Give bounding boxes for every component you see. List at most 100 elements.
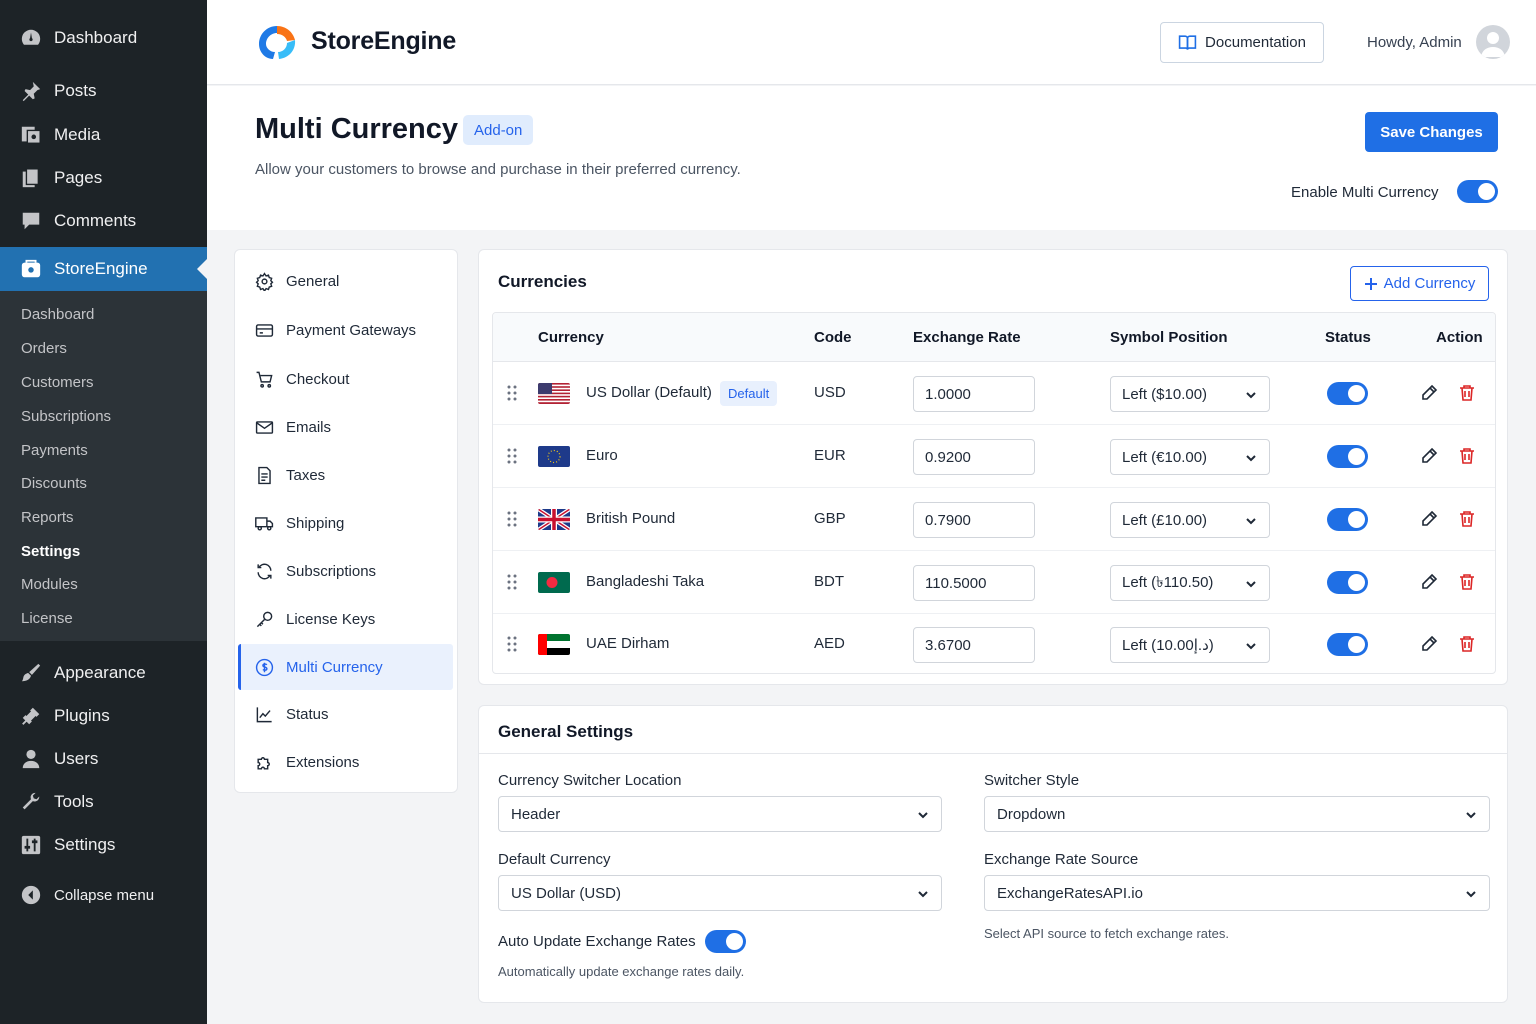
trash-icon[interactable] [1458,384,1476,402]
chevron-down-icon [918,812,928,819]
wp-menu-comments[interactable]: Comments [0,201,207,241]
pencil-icon[interactable] [1420,384,1438,402]
wp-menu-users[interactable]: Users [0,739,207,779]
storeengine-logo-icon [259,26,296,59]
document-icon [258,466,271,484]
nav-subscriptions[interactable]: Subscriptions [238,548,453,594]
submenu-payments[interactable]: Payments [21,442,88,459]
currency-status-toggle[interactable] [1327,633,1368,656]
wp-menu-posts[interactable]: Posts [0,71,207,111]
nav-label: Subscriptions [286,562,377,580]
currencies-title: Currencies [498,272,587,291]
symbol-position-select[interactable]: Left (€10.00) [1110,439,1270,475]
wp-menu-storeengine[interactable]: StoreEngine [0,247,207,291]
wp-menu-label: Dashboard [54,28,138,47]
nav-label: Payment Gateways [286,321,417,339]
submenu-dashboard[interactable]: Dashboard [21,306,94,323]
pencil-icon[interactable] [1420,573,1438,591]
drag-handle-icon[interactable] [506,448,518,464]
wp-collapse-menu[interactable]: Collapse menu [0,875,207,915]
trash-icon[interactable] [1458,510,1476,528]
pencil-icon[interactable] [1420,447,1438,465]
comment-icon [22,212,40,230]
currency-name: Bangladeshi Taka [586,573,705,590]
trash-icon[interactable] [1458,573,1476,591]
save-changes-button[interactable]: Save Changes [1365,112,1498,152]
currency-status-toggle[interactable] [1327,382,1368,405]
submenu-license[interactable]: License [21,610,73,627]
pencil-icon[interactable] [1420,635,1438,653]
exchange-rate-input[interactable]: 0.7900 [913,502,1035,538]
nav-emails[interactable]: Emails [238,404,453,450]
currency-status-toggle[interactable] [1327,571,1368,594]
switcher-style-select[interactable]: Dropdown [984,796,1490,832]
submenu-orders[interactable]: Orders [21,340,67,357]
trash-icon[interactable] [1458,447,1476,465]
nav-checkout[interactable]: Checkout [238,356,453,402]
mail-icon [255,420,274,434]
default-currency-select[interactable]: US Dollar (USD) [498,875,942,911]
symbol-position-select[interactable]: Left ($10.00) [1110,376,1270,412]
wp-menu-settings[interactable]: Settings [0,825,207,865]
submenu-discounts[interactable]: Discounts [21,475,87,492]
truck-icon [255,516,274,531]
nav-general[interactable]: General [238,258,453,304]
exchange-rate-input[interactable]: 1.0000 [913,376,1035,412]
wp-menu-appearance[interactable]: Appearance [0,653,207,693]
wp-menu-tools[interactable]: Tools [0,782,207,822]
bangladesh-flag-icon [538,572,570,593]
auto-update-toggle[interactable] [705,930,746,953]
brand-name: StoreEngine [311,27,457,55]
avatar[interactable] [1476,25,1510,59]
nav-status[interactable]: Status [238,691,453,737]
drag-handle-icon[interactable] [506,511,518,527]
wp-menu-media[interactable]: Media [0,115,207,155]
nav-shipping[interactable]: Shipping [238,500,453,546]
currency-status-toggle[interactable] [1327,508,1368,531]
currency-code: EUR [814,447,846,464]
nav-license-keys[interactable]: License Keys [238,596,453,642]
submenu-settings[interactable]: Settings [21,543,80,560]
drag-handle-icon[interactable] [506,385,518,401]
nav-multi-currency[interactable]: Multi Currency [238,644,453,690]
column-code: Code [814,329,852,346]
nav-label: Checkout [286,370,350,388]
currency-code: BDT [814,573,844,590]
drag-handle-icon[interactable] [506,636,518,652]
submenu-modules[interactable]: Modules [21,576,78,593]
symbol-position-select[interactable]: Left (৳110.50) [1110,565,1270,601]
submenu-customers[interactable]: Customers [21,374,94,391]
add-currency-button[interactable]: Add Currency [1350,266,1489,301]
nav-extensions[interactable]: Extensions [238,739,453,785]
key-icon [256,611,273,627]
wrench-icon [22,792,40,810]
documentation-button[interactable]: Documentation [1160,22,1324,63]
symbol-position-select[interactable]: Left (د.إ10.00) [1110,627,1270,663]
uk-flag-icon [538,509,570,530]
wp-menu-pages[interactable]: Pages [0,158,207,198]
submenu-subscriptions[interactable]: Subscriptions [21,408,111,425]
exchange-rate-input[interactable]: 110.5000 [913,565,1035,601]
howdy-text[interactable]: Howdy, Admin [1367,34,1462,51]
nav-taxes[interactable]: Taxes [238,452,453,498]
trash-icon[interactable] [1458,635,1476,653]
switcher-style-label: Switcher Style [984,772,1080,789]
book-icon [1178,35,1197,50]
wp-menu-plugins[interactable]: Plugins [0,696,207,736]
nav-payment-gateways[interactable]: Payment Gateways [238,307,453,353]
rate-source-select[interactable]: ExchangeRatesAPI.io [984,875,1490,911]
pin-icon [22,81,41,102]
exchange-rate-input[interactable]: 0.9200 [913,439,1035,475]
submenu-reports[interactable]: Reports [21,509,74,526]
wp-menu-dashboard[interactable]: Dashboard [0,18,207,58]
us-flag-icon [538,383,570,404]
currency-status-toggle[interactable] [1327,445,1368,468]
symbol-position-select[interactable]: Left (£10.00) [1110,502,1270,538]
switcher-location-select[interactable]: Header [498,796,942,832]
drag-handle-icon[interactable] [506,574,518,590]
user-icon [22,749,40,769]
exchange-rate-input[interactable]: 3.6700 [913,627,1035,663]
pencil-icon[interactable] [1420,510,1438,528]
default-currency-label: Default Currency [498,851,611,868]
enable-multi-currency-toggle[interactable] [1457,180,1498,203]
